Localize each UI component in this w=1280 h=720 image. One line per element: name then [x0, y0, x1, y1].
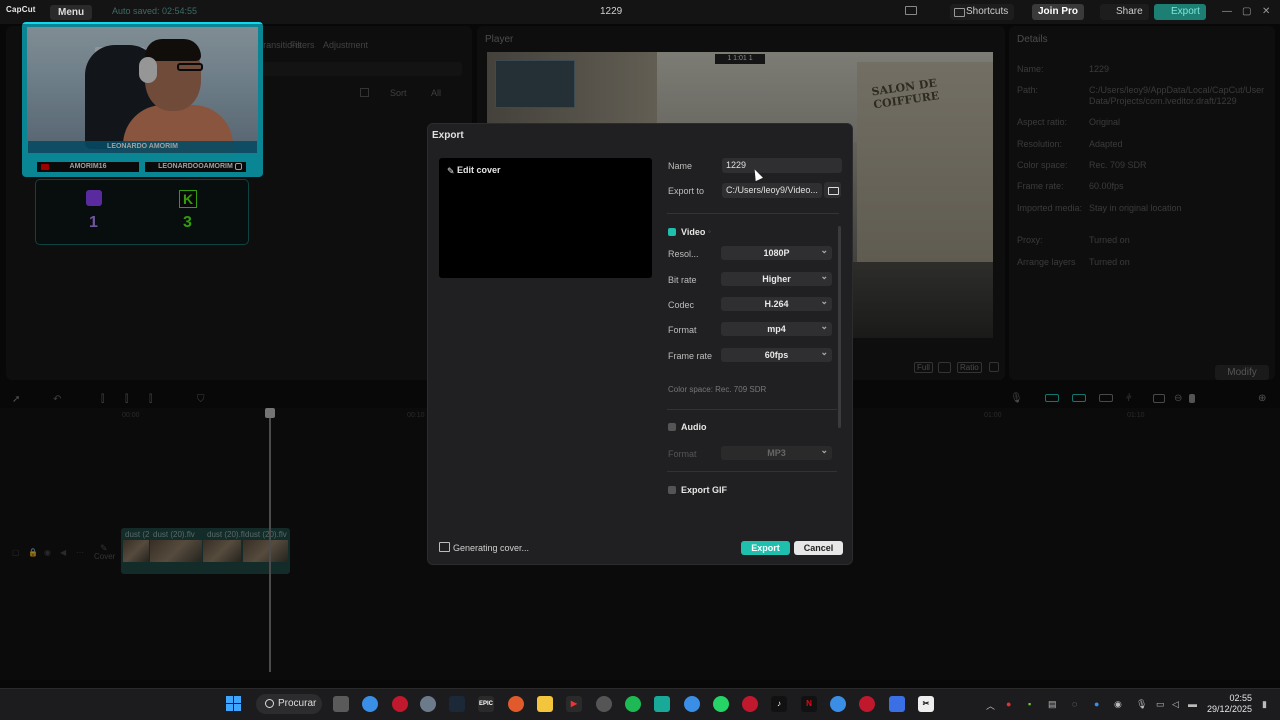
- video-section-title: Video: [681, 227, 706, 237]
- media-app-icon[interactable]: ▶: [566, 696, 582, 712]
- obs-icon[interactable]: [596, 696, 612, 712]
- codec-select[interactable]: H.264: [721, 294, 832, 311]
- minimize-icon[interactable]: —: [1222, 6, 1232, 17]
- export-path-field[interactable]: C:/Users/leoy9/Video...: [722, 183, 822, 198]
- cover-preview[interactable]: [439, 158, 652, 278]
- color-space-text: Color space: Rec. 709 SDR: [668, 385, 767, 394]
- app-logo: CapCut: [6, 5, 36, 14]
- tray-steam-icon[interactable]: ◉: [1114, 699, 1122, 710]
- divider: [667, 471, 837, 472]
- whatsapp-business-icon[interactable]: [654, 696, 670, 712]
- tiktok-icon[interactable]: ♪: [771, 696, 787, 712]
- frame-rate-label: Frame rate: [668, 351, 713, 361]
- pencil-icon: ✎: [447, 166, 455, 176]
- chrome-icon[interactable]: [362, 696, 378, 712]
- audio-checkbox[interactable]: [668, 423, 676, 431]
- chrome-alt-icon[interactable]: [830, 696, 846, 712]
- netflix-icon[interactable]: N: [801, 696, 817, 712]
- divider: [667, 409, 837, 410]
- tray-volume-icon[interactable]: ◁: [1172, 699, 1179, 710]
- settings-icon[interactable]: [420, 696, 436, 712]
- tray-app-icon[interactable]: ◌: [1072, 699, 1077, 709]
- audio-format-select[interactable]: MP3: [721, 443, 832, 460]
- codec-label: Codec: [668, 300, 695, 310]
- file-explorer-icon[interactable]: [537, 696, 553, 712]
- taskbar-clock[interactable]: 02:55 29/12/2025: [1206, 693, 1252, 715]
- dialog-title: Export: [432, 130, 464, 141]
- layout-icon[interactable]: [905, 6, 917, 15]
- opera-alt-icon[interactable]: [859, 696, 875, 712]
- folder-icon[interactable]: [824, 182, 841, 198]
- export-to-label: Export to: [668, 186, 705, 196]
- info-icon: ◦: [708, 227, 711, 236]
- notification-icon[interactable]: ▮: [1262, 699, 1267, 710]
- export-button[interactable]: Export: [741, 541, 790, 555]
- windows-start-icon[interactable]: [226, 696, 242, 712]
- name-label: Name: [668, 161, 693, 171]
- share-button[interactable]: Share: [1100, 4, 1149, 20]
- divider: [667, 213, 839, 214]
- tray-app-icon[interactable]: ●: [1006, 699, 1011, 709]
- join-pro-button[interactable]: Join Pro: [1032, 4, 1085, 20]
- film-icon: [439, 542, 450, 552]
- whatsapp-icon[interactable]: [713, 696, 729, 712]
- frame-rate-select[interactable]: 60fps: [721, 345, 832, 362]
- task-view-icon[interactable]: [333, 696, 349, 712]
- resolution-select[interactable]: 1080P: [721, 243, 832, 260]
- capcut-icon[interactable]: ✂: [918, 696, 934, 712]
- steam-icon[interactable]: [449, 696, 465, 712]
- tray-chevron-icon[interactable]: ︿: [986, 699, 995, 712]
- video-checkbox[interactable]: [668, 228, 676, 236]
- edit-cover-button[interactable]: Edit cover: [457, 165, 501, 175]
- tray-network-icon[interactable]: ▭: [1156, 699, 1165, 710]
- cancel-button[interactable]: Cancel: [794, 541, 843, 555]
- clock-date: 29/12/2025: [1206, 704, 1252, 714]
- taskbar-search[interactable]: Procurar: [256, 694, 322, 714]
- tray-app-icon[interactable]: ▤: [1048, 699, 1057, 710]
- audio-format-label: Format: [668, 449, 697, 459]
- format-select[interactable]: mp4: [721, 319, 832, 336]
- opera-icon[interactable]: [392, 696, 408, 712]
- bitrate-label: Bit rate: [668, 275, 697, 285]
- brave-icon[interactable]: [508, 696, 524, 712]
- bitrate-select[interactable]: Higher: [721, 269, 832, 286]
- gif-section-title: Export GIF: [681, 485, 728, 495]
- spotify-icon[interactable]: [625, 696, 641, 712]
- tray-battery-icon[interactable]: ▬: [1188, 699, 1197, 709]
- tray-nvidia-icon[interactable]: ▪: [1028, 699, 1031, 709]
- window-title: 1229: [600, 6, 623, 17]
- tray-chrome-icon[interactable]: ●: [1094, 699, 1099, 709]
- maximize-icon[interactable]: ▢: [1242, 6, 1251, 17]
- shortcuts-button[interactable]: Shortcuts: [950, 4, 1015, 20]
- audio-section-title: Audio: [681, 422, 707, 432]
- clock-time: 02:55: [1229, 693, 1252, 703]
- export-top-button[interactable]: Export: [1154, 4, 1206, 20]
- resolution-label: Resol...: [668, 249, 699, 259]
- epic-games-icon[interactable]: EPIC: [478, 696, 494, 712]
- notepad-icon[interactable]: [889, 696, 905, 712]
- menu-button[interactable]: Menu: [50, 5, 93, 20]
- autosave-status: Auto saved: 02:54:55: [112, 6, 198, 16]
- format-label: Format: [668, 325, 697, 335]
- tray-mic-icon[interactable]: 🎙: [1136, 699, 1147, 710]
- dialog-scrollbar[interactable]: [838, 226, 841, 428]
- name-input[interactable]: [722, 158, 842, 173]
- close-icon[interactable]: ✕: [1262, 6, 1270, 17]
- chrome-profile-icon[interactable]: [684, 696, 700, 712]
- gif-checkbox[interactable]: [668, 486, 676, 494]
- generating-cover-status: Generating cover...: [453, 543, 530, 553]
- opera-gx-icon[interactable]: [742, 696, 758, 712]
